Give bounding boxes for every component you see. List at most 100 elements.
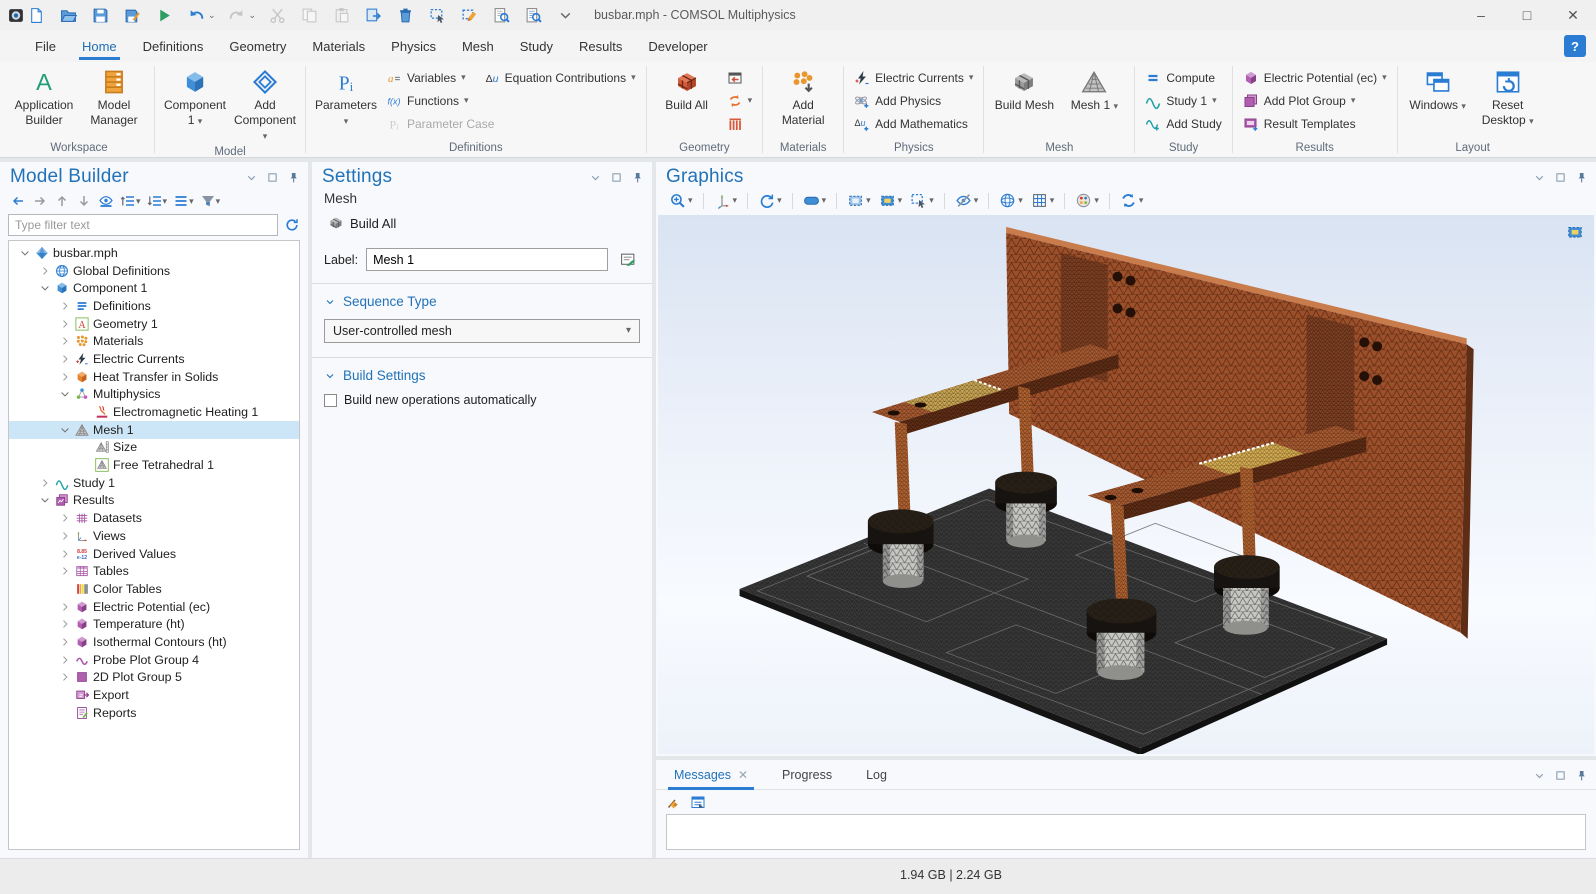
arrow-left-button[interactable] [8, 191, 28, 211]
panel-restore-icon[interactable] [266, 171, 279, 184]
collapse-list-button[interactable]: ▾ [145, 191, 170, 211]
add-component-button[interactable]: Add Component ▾ [231, 64, 299, 145]
chevron-right-icon[interactable] [57, 530, 73, 542]
chevron-right-icon[interactable] [57, 353, 73, 365]
tab-log[interactable]: Log [860, 762, 893, 789]
panel-restore-icon[interactable] [1554, 769, 1567, 782]
chevron-down-icon[interactable] [17, 247, 33, 259]
close-icon[interactable]: ✕ [738, 768, 748, 782]
tree-item-derived-values[interactable]: 8.85e-12Derived Values [9, 545, 299, 563]
tab-study[interactable]: Study [507, 32, 566, 60]
select-box-button[interactable] [426, 4, 448, 26]
chevron-down-icon[interactable] [37, 282, 53, 294]
tree-options-button[interactable]: ▾ [171, 191, 196, 211]
tab-messages[interactable]: Messages✕ [668, 762, 754, 789]
chevron-right-icon[interactable] [57, 671, 73, 683]
arrow-up-button[interactable] [52, 191, 72, 211]
tab-results[interactable]: Results [566, 32, 635, 60]
panel-caret-icon[interactable] [1533, 769, 1546, 782]
model-manager-button[interactable]: Model Manager [80, 64, 148, 130]
save-as-button[interactable] [121, 4, 143, 26]
tree-item-electric-potential-ec[interactable]: Electric Potential (ec) [9, 598, 299, 616]
tab-home[interactable]: Home [69, 32, 130, 60]
rebuild-button[interactable]: ▾ [723, 90, 757, 111]
filter-input[interactable] [8, 214, 278, 236]
reset-desktop-button[interactable]: Reset Desktop ▾ [1474, 64, 1542, 130]
tree-item-mesh-1[interactable]: Mesh 1 [9, 421, 299, 439]
messages-content[interactable] [666, 814, 1586, 850]
save-button[interactable] [89, 4, 111, 26]
chevron-right-icon[interactable] [57, 371, 73, 383]
label-edit-icon[interactable] [616, 248, 640, 271]
section-build-settings[interactable]: Build Settings [324, 368, 640, 383]
add-plot-group-button[interactable]: Add Plot Group ▾ [1239, 90, 1360, 111]
tab-progress[interactable]: Progress [776, 762, 838, 789]
transparency-button[interactable]: ▾ [952, 190, 982, 211]
sequence-type-select[interactable]: User-controlled mesh ▾ [324, 319, 640, 343]
tree-item-reports[interactable]: Reports [9, 704, 299, 722]
find-button[interactable] [490, 4, 512, 26]
tree-item-views[interactable]: Views [9, 527, 299, 545]
virtual-operations-button[interactable] [723, 113, 747, 134]
tree-item-component-1[interactable]: Component 1 [9, 279, 299, 297]
scene-light-button[interactable]: ▾ [996, 190, 1026, 211]
chevron-right-icon[interactable] [57, 618, 73, 630]
tree-item-heat-transfer-in-solids[interactable]: Heat Transfer in Solids [9, 368, 299, 386]
axis-orientation-button[interactable]: ▾ [711, 190, 741, 211]
image-snapshot-icon[interactable] [1566, 223, 1584, 241]
application-builder-button[interactable]: AApplication Builder [10, 64, 78, 130]
chevron-down-icon[interactable] [57, 388, 73, 400]
tree-item-global-definitions[interactable]: Global Definitions [9, 262, 299, 280]
tree-item-color-tables[interactable]: Color Tables [9, 580, 299, 598]
tree-item-geometry-1[interactable]: AGeometry 1 [9, 315, 299, 333]
open-button[interactable] [57, 4, 79, 26]
refresh-icon[interactable] [284, 217, 300, 233]
color-theme-button[interactable]: ▾ [1072, 190, 1102, 211]
chevron-right-icon[interactable] [57, 654, 73, 666]
tree-item-free-tetrahedral-1[interactable]: Free Tetrahedral 1 [9, 456, 299, 474]
tree-item-electromagnetic-heating-1[interactable]: Electromagnetic Heating 1 [9, 403, 299, 421]
build-mesh-button[interactable]: Build Mesh [990, 64, 1058, 115]
functions-button[interactable]: f(x)Functions ▾ [382, 90, 473, 111]
chevron-right-icon[interactable] [57, 565, 73, 577]
find-replace-button[interactable] [522, 4, 544, 26]
tree-item-busbar-mph[interactable]: busbar.mph [9, 244, 299, 262]
zoom-extents-button[interactable]: ▾ [844, 190, 874, 211]
study-1-button[interactable]: Study 1 ▾ [1141, 90, 1220, 111]
tree-item-isothermal-contours-ht[interactable]: Isothermal Contours (ht) [9, 633, 299, 651]
tab-geometry[interactable]: Geometry [216, 32, 299, 60]
chevron-right-icon[interactable] [57, 636, 73, 648]
chevron-right-icon[interactable] [37, 265, 53, 277]
show-button[interactable] [96, 191, 116, 211]
tab-physics[interactable]: Physics [378, 32, 449, 60]
mesh-1-button[interactable]: Mesh 1 ▾ [1060, 64, 1128, 115]
add-physics-button[interactable]: Add Physics [850, 90, 945, 111]
rotate-button[interactable]: ▾ [755, 190, 785, 211]
build-all-button[interactable]: Build All [653, 64, 721, 115]
label-field[interactable] [366, 248, 608, 271]
maximize-button[interactable]: □ [1504, 0, 1550, 30]
panel-pin-icon[interactable] [287, 171, 300, 184]
chevron-right-icon[interactable] [57, 300, 73, 312]
image-snapshot-button[interactable]: ▾ [876, 190, 906, 211]
panel-restore-icon[interactable] [1554, 171, 1567, 184]
delete-button[interactable] [394, 4, 416, 26]
chevron-down-icon[interactable] [57, 424, 73, 436]
tab-definitions[interactable]: Definitions [130, 32, 217, 60]
electric-currents-button[interactable]: Electric Currents ▾ [850, 67, 977, 88]
undo-button[interactable] [185, 4, 207, 26]
panel-pin-icon[interactable] [1575, 171, 1588, 184]
clear-messages-button[interactable] [666, 794, 682, 810]
duplicate-button[interactable] [362, 4, 384, 26]
tree-item-materials[interactable]: Materials [9, 332, 299, 350]
tree-item-multiphysics[interactable]: Multiphysics [9, 386, 299, 404]
update-button[interactable]: ▾ [1117, 190, 1147, 211]
windows-button[interactable]: Windows ▾ [1404, 64, 1472, 115]
chevron-down-icon[interactable]: ⌄ [208, 11, 216, 20]
chevron-right-icon[interactable] [57, 548, 73, 560]
equation-contributions-button[interactable]: ΔuEquation Contributions ▾ [480, 67, 640, 88]
add-material-button[interactable]: Add Material [769, 64, 837, 130]
panel-pin-icon[interactable] [1575, 769, 1588, 782]
panel-caret-icon[interactable] [245, 171, 258, 184]
tree-item-study-1[interactable]: Study 1 [9, 474, 299, 492]
